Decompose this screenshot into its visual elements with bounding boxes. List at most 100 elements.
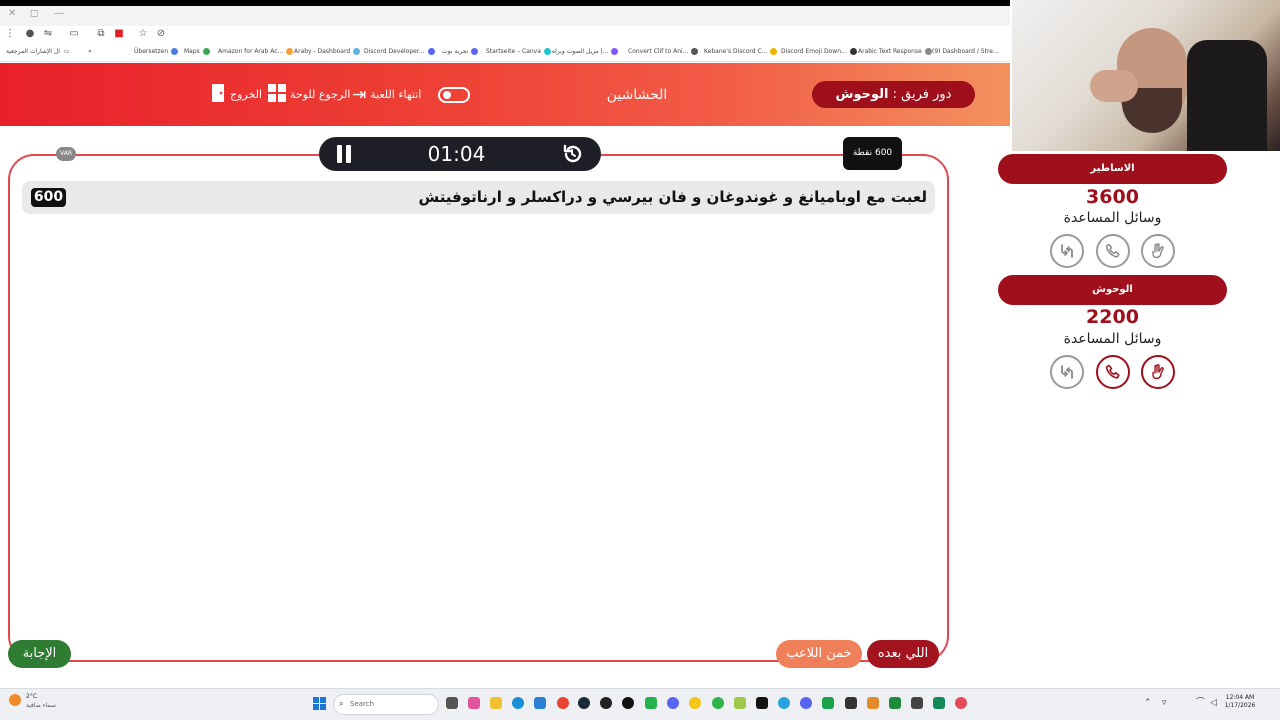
bookmark-item[interactable]: (9) Dashboard / Stre... bbox=[932, 47, 999, 57]
app-icon[interactable] bbox=[622, 697, 634, 709]
bookmark-item[interactable]: Araby - Dashboard bbox=[294, 47, 363, 57]
app-icon[interactable] bbox=[756, 697, 768, 709]
double-aid-icon[interactable] bbox=[1141, 355, 1175, 389]
app-icon[interactable] bbox=[955, 697, 967, 709]
app-icon[interactable] bbox=[600, 697, 612, 709]
question-points: 600 bbox=[31, 188, 66, 207]
volume-icon[interactable]: ◁ bbox=[1210, 696, 1217, 710]
eye-off-icon[interactable]: ⊘ bbox=[155, 28, 167, 40]
bookmark-item[interactable]: Startseite – Canva bbox=[486, 47, 554, 57]
extensions-icon[interactable]: ⇋ bbox=[42, 28, 54, 40]
var-badge[interactable]: VAR bbox=[56, 147, 76, 161]
bookmark-item[interactable]: Übersetzen bbox=[134, 47, 181, 57]
turn-team-name: الوحوش bbox=[835, 87, 889, 102]
points-tag: 600 نقطة bbox=[843, 137, 902, 170]
puzzle-icon[interactable]: ⧉ bbox=[95, 28, 107, 40]
exit-button[interactable]: الخروج bbox=[210, 83, 262, 108]
bookmark-item[interactable]: تجربة بوت bbox=[442, 47, 481, 57]
team-name-pill: الوحوش bbox=[998, 275, 1227, 305]
task-view-icon[interactable] bbox=[446, 697, 458, 709]
back-to-board-button[interactable]: الرجوع للوحة bbox=[268, 83, 351, 105]
app-icon[interactable] bbox=[822, 697, 834, 709]
end-game-label: انتهاء اللعبة bbox=[370, 88, 422, 101]
bookmark-item[interactable]: Arabic Text Response bbox=[858, 47, 935, 57]
guess-player-button[interactable]: خمن اللاعب bbox=[776, 640, 862, 668]
app-icon[interactable] bbox=[712, 697, 724, 709]
weather-description: سماء صافية bbox=[26, 702, 56, 709]
bookmarks-bar: ال الإشارات المرجعية ▭ « Übersetzen Maps… bbox=[0, 44, 1010, 62]
profile-icon[interactable]: ● bbox=[24, 28, 36, 40]
bookmark-item[interactable]: ال الإشارات المرجعية bbox=[6, 47, 60, 57]
weather-icon[interactable] bbox=[9, 694, 21, 706]
bookmark-item[interactable]: Maps bbox=[184, 47, 213, 57]
discord-icon[interactable] bbox=[667, 697, 679, 709]
question-bar: لعبت مع اوباميانغ و غوندوغان و فان بيرسي… bbox=[22, 181, 935, 214]
terminal-icon[interactable] bbox=[845, 697, 857, 709]
folder-icon[interactable]: ▭ bbox=[64, 47, 70, 57]
exit-arrow-icon: ⇥ bbox=[352, 85, 367, 105]
bookmark-item[interactable]: Kebane's Discord C... bbox=[704, 47, 780, 57]
reset-timer-icon[interactable] bbox=[561, 143, 583, 165]
phone-aid-icon[interactable] bbox=[1096, 355, 1130, 389]
bookmark-item[interactable]: مزيل الصوت وبراه |... bbox=[552, 47, 621, 57]
bookmark-item[interactable]: Amazon for Arab Ac... bbox=[218, 47, 296, 57]
store-icon[interactable] bbox=[534, 697, 546, 709]
menu-dots-icon[interactable]: ⋮ bbox=[4, 28, 16, 40]
close-tab-icon[interactable]: ✕ bbox=[8, 6, 16, 22]
end-game-control[interactable]: ⇥ انتهاء اللعبة bbox=[352, 85, 421, 105]
steam-icon[interactable] bbox=[578, 697, 590, 709]
team-score: 3600 bbox=[1086, 186, 1139, 208]
help-aids-label: وسائل المساعدة bbox=[1063, 210, 1162, 226]
file-explorer-icon[interactable] bbox=[490, 697, 502, 709]
exit-label: الخروج bbox=[230, 88, 262, 101]
windows-start-icon[interactable] bbox=[313, 697, 327, 711]
game-header: دور فريق : الوحوش الحشاشين ⇥ انتهاء اللع… bbox=[0, 63, 1010, 126]
question-board bbox=[8, 154, 949, 662]
bookmark-item[interactable]: Convert Clif to Ani... bbox=[628, 47, 701, 57]
door-icon bbox=[210, 83, 226, 108]
tab-icon[interactable]: ◻ bbox=[30, 6, 38, 22]
chrome-icon[interactable] bbox=[557, 697, 569, 709]
weather-temperature: 2°C bbox=[26, 693, 38, 700]
app-icon[interactable] bbox=[800, 697, 812, 709]
youtube-icon[interactable]: ■ bbox=[113, 28, 125, 40]
end-game-toggle[interactable] bbox=[438, 87, 470, 103]
question-text: لعبت مع اوباميانغ و غوندوغان و فان بيرسي… bbox=[418, 188, 927, 206]
bookmark-star-icon[interactable]: ☆ bbox=[137, 28, 149, 40]
sidebar-icon[interactable]: ▭ bbox=[68, 28, 80, 40]
phone-aid-icon[interactable] bbox=[1096, 234, 1130, 268]
swap-aid-icon[interactable] bbox=[1050, 234, 1084, 268]
pause-icon[interactable] bbox=[335, 145, 353, 163]
bookmark-item[interactable]: Discord Emoji Down... bbox=[781, 47, 860, 57]
app-icon[interactable] bbox=[867, 697, 879, 709]
clock-time[interactable]: 12:04 AM bbox=[1222, 694, 1258, 701]
chevron-more-icon[interactable]: « bbox=[88, 47, 92, 57]
copilot-icon[interactable] bbox=[468, 697, 480, 709]
answer-button[interactable]: الإجابة bbox=[8, 640, 71, 668]
app-icon[interactable] bbox=[689, 697, 701, 709]
network-icon[interactable]: ▿ bbox=[1162, 696, 1167, 710]
app-icon[interactable] bbox=[645, 697, 657, 709]
app-icon[interactable] bbox=[933, 697, 945, 709]
browser-toolbar: ⋮ ● ⇋ ▭ ⧉ ■ ☆ ⊘ bbox=[0, 26, 1010, 44]
back-to-board-label: الرجوع للوحة bbox=[290, 88, 351, 101]
next-button[interactable]: اللي بعده bbox=[867, 640, 939, 668]
wifi-icon[interactable]: ⌒ bbox=[1196, 696, 1205, 710]
windows-taskbar: 2°C سماء صافية ⌕ Search ⌃ ▿ ⌒ ◁ 12:04 AM… bbox=[0, 688, 1280, 720]
minimize-icon[interactable]: — bbox=[54, 6, 64, 22]
timer-bar: 01:04 bbox=[319, 137, 601, 171]
team-turn-badge: دور فريق : الوحوش bbox=[812, 81, 975, 108]
clock-date[interactable]: 1/17/2026 bbox=[1222, 702, 1258, 709]
telegram-icon[interactable] bbox=[778, 697, 790, 709]
double-aid-icon[interactable] bbox=[1141, 234, 1175, 268]
app-icon[interactable] bbox=[734, 697, 746, 709]
chevron-up-icon[interactable]: ⌃ bbox=[1144, 696, 1152, 710]
edge-icon[interactable] bbox=[512, 697, 524, 709]
app-icon[interactable] bbox=[911, 697, 923, 709]
help-aids-label: وسائل المساعدة bbox=[1063, 331, 1162, 347]
bookmark-item[interactable]: Discord Developer... bbox=[364, 47, 438, 57]
taskbar-search-input[interactable]: ⌕ Search bbox=[333, 694, 439, 715]
search-icon: ⌕ bbox=[339, 699, 344, 708]
excel-icon[interactable] bbox=[889, 697, 901, 709]
swap-aid-icon[interactable] bbox=[1050, 355, 1084, 389]
